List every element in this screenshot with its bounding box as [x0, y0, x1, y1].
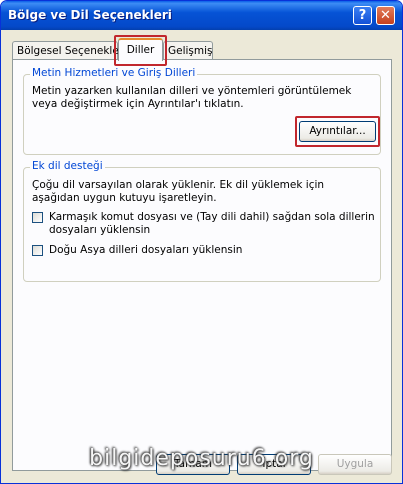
dialog-client: Bölgesel Seçenekler Diller Gelişmiş Meti…: [4, 30, 399, 480]
watermark-text: bilgideposuru6.org: [89, 446, 314, 471]
details-button-label: Ayrıntılar...: [309, 125, 366, 137]
tab-strip: Bölgesel Seçenekler Diller Gelişmiş: [12, 35, 392, 66]
complex-script-label-line2: dosyaları yüklensin: [49, 224, 151, 236]
east-asian-checkbox[interactable]: [32, 245, 43, 256]
extra-language-description: Çoğu dil varsayılan olarak yüklenir. Ek …: [32, 179, 325, 204]
dialog-window: Bölge ve Dil Seçenekleri ? ✕ Bölgesel Se…: [0, 0, 403, 484]
text-services-group: Metin Hizmetleri ve Giriş Dilleri Metin …: [23, 67, 381, 155]
tab-languages[interactable]: Diller: [118, 38, 163, 61]
help-icon: ?: [358, 8, 367, 23]
help-button[interactable]: ?: [353, 6, 372, 25]
details-button[interactable]: Ayrıntılar...: [299, 121, 376, 142]
window-title: Bölge ve Dil Seçenekleri: [8, 8, 172, 22]
complex-script-checkbox[interactable]: [32, 212, 43, 223]
complex-script-option[interactable]: Karmaşık komut dosyası ve (Tay dili dahi…: [32, 211, 375, 239]
close-icon: ✕: [380, 8, 391, 23]
title-bar[interactable]: Bölge ve Dil Seçenekleri ? ✕: [1, 1, 402, 30]
tab-label: Diller: [126, 44, 155, 56]
extra-language-group: Ek dil desteği Çoğu dil varsayılan olara…: [23, 160, 381, 282]
east-asian-option[interactable]: Doğu Asya dilleri dosyaları yüklensin: [32, 244, 372, 258]
complex-script-label-line1: Karmaşık komut dosyası ve (Tay dili dahi…: [49, 211, 375, 223]
text-services-legend: Metin Hizmetleri ve Giriş Dilleri: [30, 67, 198, 79]
extra-language-legend: Ek dil desteği: [30, 160, 105, 172]
close-button[interactable]: ✕: [376, 6, 395, 25]
tab-regional-options[interactable]: Bölgesel Seçenekler: [12, 41, 123, 60]
text-services-description: Metin yazarken kullanılan dilleri ve yön…: [32, 85, 352, 110]
tab-label: Bölgesel Seçenekler: [17, 45, 124, 57]
east-asian-label: Doğu Asya dilleri dosyaları yüklensin: [49, 244, 243, 256]
tab-label: Gelişmiş: [168, 45, 213, 57]
tab-advanced[interactable]: Gelişmiş: [163, 41, 213, 60]
tab-panel: Metin Hizmetleri ve Giriş Dilleri Metin …: [12, 59, 392, 471]
